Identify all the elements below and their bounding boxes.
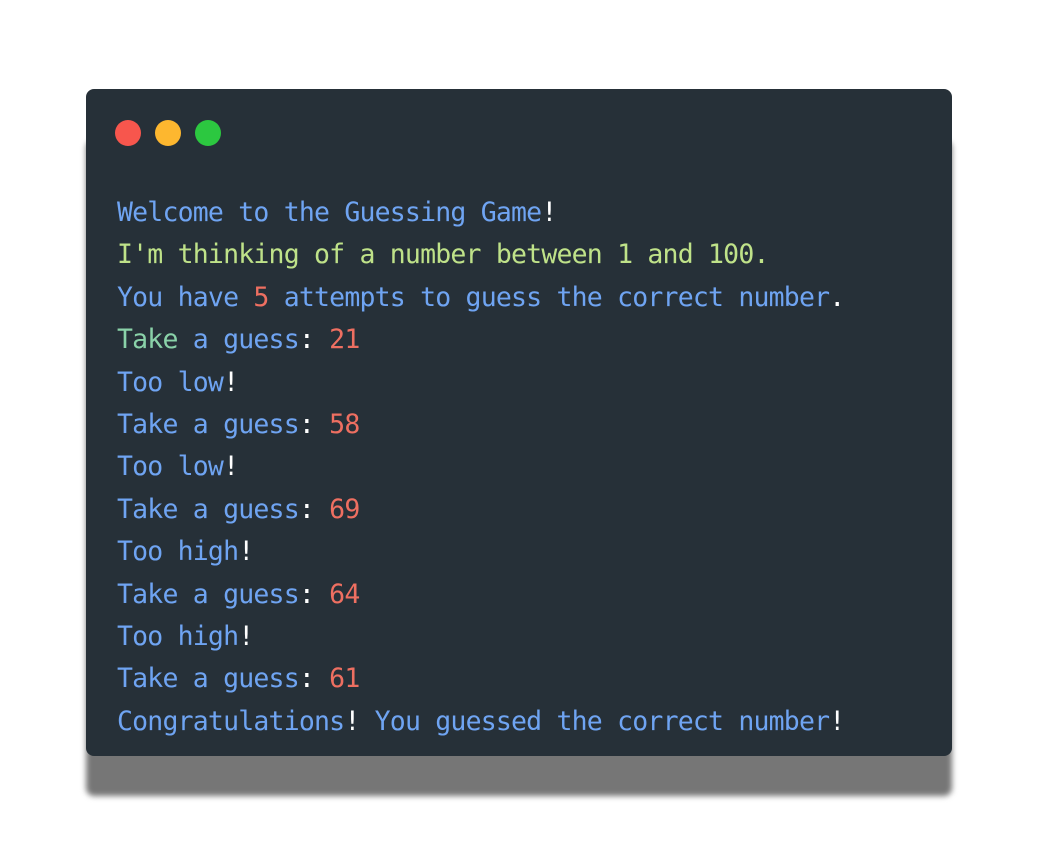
- terminal-text: 69: [314, 493, 360, 525]
- terminal-line: Too low!: [117, 362, 952, 404]
- terminal-text: 21: [314, 324, 360, 356]
- terminal-text: !: [238, 620, 254, 652]
- terminal-line: Congratulations! You guessed the correct…: [117, 701, 952, 743]
- terminal-window: Welcome to the Guessing Game! I'm thinkin…: [86, 89, 952, 756]
- terminal-text: Take a guess: [117, 663, 300, 695]
- terminal-text: Too high: [117, 536, 239, 568]
- terminal-text: attempts to guess the correct number: [268, 281, 830, 313]
- terminal-text: 5: [253, 281, 269, 313]
- terminal-text: I'm thinking of a number between 1 and 1…: [117, 239, 769, 271]
- terminal-text: !: [344, 705, 360, 737]
- terminal-text: :: [298, 408, 315, 440]
- terminal-text: 58: [314, 408, 360, 440]
- maximize-icon[interactable]: [195, 120, 221, 146]
- terminal-text: Take: [117, 324, 178, 356]
- terminal-line: You have 5 attempts to guess the correct…: [117, 277, 952, 319]
- terminal-text: You guessed the correct number: [359, 705, 830, 737]
- terminal-line: Too low!: [117, 446, 952, 488]
- terminal-text: 61: [314, 663, 360, 695]
- close-icon[interactable]: [115, 120, 141, 146]
- minimize-icon[interactable]: [155, 120, 181, 146]
- terminal-text: Too low: [117, 451, 224, 483]
- terminal-line: I'm thinking of a number between 1 and 1…: [117, 234, 952, 276]
- terminal-text: !: [238, 536, 254, 568]
- terminal-line: Too high!: [117, 616, 952, 658]
- terminal-line: Welcome to the Guessing Game!: [117, 192, 952, 234]
- terminal-output: Welcome to the Guessing Game! I'm thinkin…: [117, 192, 952, 743]
- terminal-text: Take a guess: [117, 493, 300, 525]
- terminal-text: .: [829, 281, 845, 313]
- terminal-text: !: [223, 366, 239, 398]
- terminal-text: a guess: [177, 324, 300, 356]
- terminal-text: :: [298, 493, 315, 525]
- terminal-text: Too low: [117, 366, 224, 398]
- terminal-text: !: [829, 705, 845, 737]
- terminal-text: Take a guess: [117, 408, 300, 440]
- terminal-line: Take a guess: 21: [117, 319, 952, 361]
- terminal-text: Too high: [117, 620, 239, 652]
- terminal-text: !: [541, 197, 557, 228]
- terminal-text: Congratulations: [117, 705, 345, 737]
- window-controls: [115, 120, 221, 146]
- terminal-text: :: [298, 324, 315, 356]
- terminal-line: Too high!: [117, 531, 952, 573]
- terminal-text: You have: [117, 281, 254, 313]
- terminal-text: 64: [314, 578, 360, 610]
- terminal-line: Take a guess: 58: [117, 404, 952, 446]
- terminal-text: :: [298, 663, 315, 695]
- terminal-line: Take a guess: 61: [117, 658, 952, 700]
- terminal-line: Take a guess: 64: [117, 574, 952, 616]
- terminal-text: Welcome to the Guessing Game: [117, 197, 542, 228]
- terminal-line: Take a guess: 69: [117, 489, 952, 531]
- terminal-text: Take a guess: [117, 578, 300, 610]
- terminal-text: !: [223, 451, 239, 483]
- terminal-text: :: [298, 578, 315, 610]
